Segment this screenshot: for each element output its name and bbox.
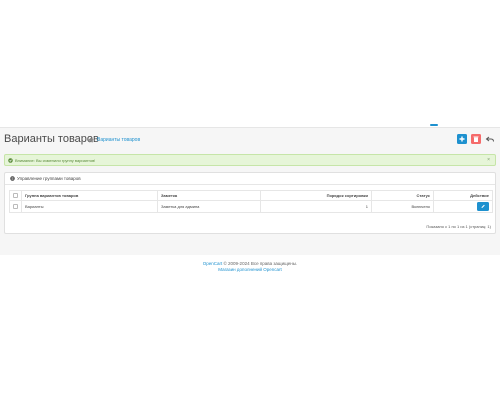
alert-close-button[interactable]: ×: [487, 157, 490, 163]
column-header-group[interactable]: Группа вариантов товаров: [21, 190, 158, 201]
cell-action: [433, 200, 493, 213]
variant-groups-table: Группа вариантов товаров Заметка Порядок…: [9, 190, 493, 213]
plus-icon: [459, 136, 465, 142]
column-header-note[interactable]: Заметка: [157, 190, 261, 201]
success-alert: Внимание: Вы изменили группу вариантов! …: [4, 154, 496, 166]
footer-copyright: © 2009-2024 Все права защищены.: [222, 261, 298, 266]
pencil-icon: [481, 204, 485, 208]
cell-group: Варианты: [21, 200, 158, 213]
top-area: [0, 0, 500, 127]
cell-sort-order: 1: [260, 200, 372, 213]
select-all-checkbox[interactable]: [13, 193, 18, 199]
list-icon: [10, 176, 15, 181]
row-checkbox[interactable]: [13, 204, 18, 210]
breadcrumb: Варианты товаров: [88, 137, 140, 143]
table-header-row: Группа вариантов товаров Заметка Порядок…: [9, 190, 493, 201]
page-header: Варианты товаров Варианты товаров: [4, 132, 496, 150]
reply-icon: [485, 136, 494, 142]
delete-button[interactable]: [471, 134, 481, 144]
check-circle-icon: [8, 158, 13, 163]
edit-button[interactable]: [477, 202, 489, 211]
footer-extensions-link[interactable]: Магазин дополнений Opencart: [218, 267, 281, 272]
trash-icon: [473, 136, 479, 142]
column-header-action: Действие: [433, 190, 493, 201]
breadcrumb-current[interactable]: Варианты товаров: [97, 137, 140, 143]
page-title: Варианты товаров: [4, 133, 99, 145]
footer: OpenCart © 2009-2024 Все права защищены.…: [0, 261, 500, 273]
top-accent-mark: [430, 124, 438, 126]
row-select-cell: [9, 200, 22, 213]
cell-status: Включено: [371, 200, 434, 213]
column-header-sort-order[interactable]: Порядок сортировки: [260, 190, 372, 201]
back-button[interactable]: [485, 134, 495, 144]
cell-note: Заметка для админа: [157, 200, 261, 213]
column-header-status[interactable]: Статус: [371, 190, 434, 201]
pagination-info: Показано с 1 по 1 из 1 (страниц: 1): [426, 224, 491, 229]
variant-groups-panel: Управление группами товаров Группа вариа…: [4, 172, 496, 234]
add-button[interactable]: [457, 134, 467, 144]
panel-heading: Управление группами товаров: [5, 173, 495, 185]
home-icon[interactable]: [88, 137, 94, 143]
table-row: Варианты Заметка для админа 1 Включено: [9, 200, 493, 213]
select-all-cell: [9, 190, 22, 201]
panel-title: Управление группами товаров: [17, 176, 81, 181]
footer-brand-link[interactable]: OpenCart: [203, 261, 223, 266]
alert-text: Внимание: Вы изменили группу вариантов!: [15, 158, 96, 163]
